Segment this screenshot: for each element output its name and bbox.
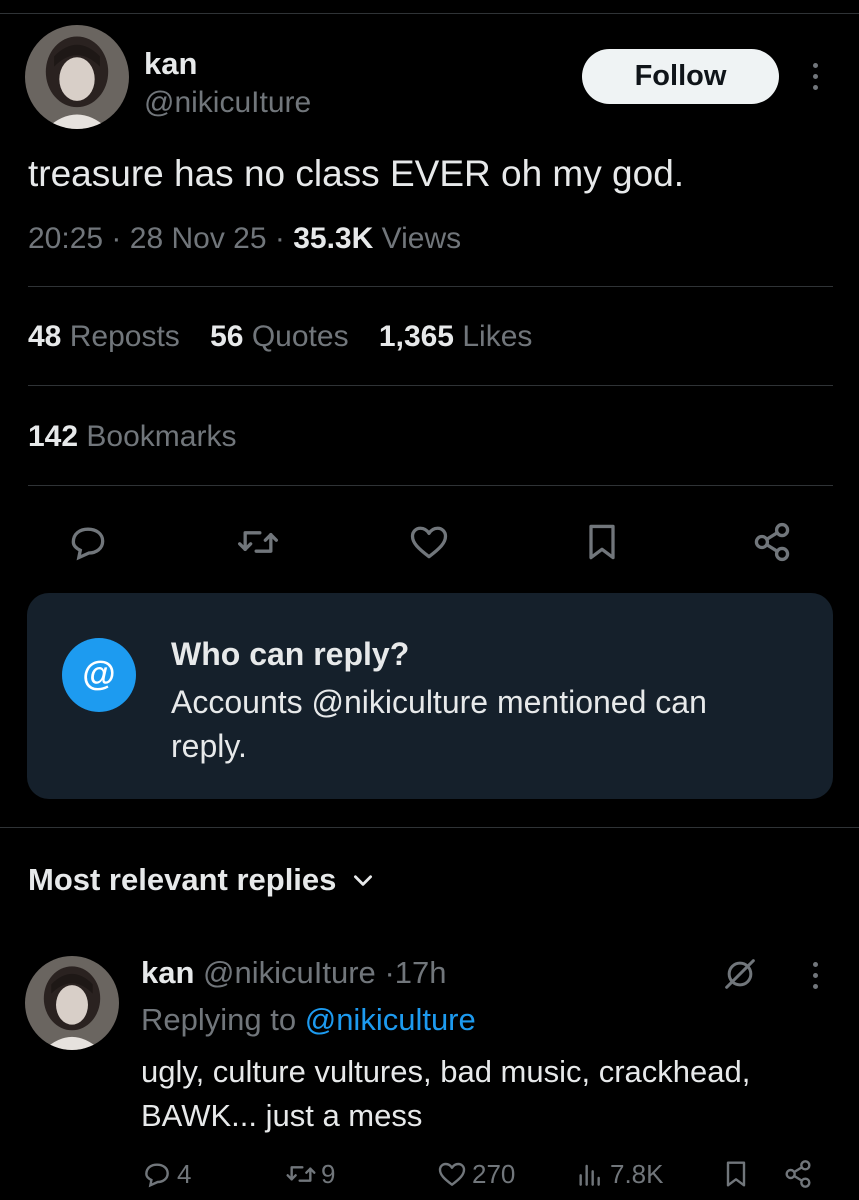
meta-separator: ·: [274, 222, 285, 255]
reply-sort-dropdown[interactable]: Most relevant replies: [28, 862, 376, 898]
reply-sort-label: Most relevant replies: [28, 862, 337, 897]
replying-to-line: Replying to @nikiculture: [141, 1002, 476, 1038]
reply-icon[interactable]: [60, 514, 116, 570]
reposts-stat[interactable]: 48 Reposts: [28, 320, 180, 353]
avatar-image: [25, 956, 119, 1050]
bookmark-icon[interactable]: [574, 514, 630, 570]
quotes-stat[interactable]: 56 Quotes: [210, 320, 348, 353]
chevron-down-icon: [354, 875, 373, 886]
bookmark-icon: [726, 1161, 746, 1187]
repost-icon: [286, 1166, 316, 1182]
like-icon: [438, 1162, 466, 1186]
views-label: Views: [381, 222, 462, 255]
more-options-icon[interactable]: [810, 63, 820, 90]
share-icon[interactable]: [744, 514, 800, 570]
tweet-date[interactable]: 28 Nov 25: [130, 222, 267, 255]
reply-views-count: 7.8K: [610, 1158, 664, 1189]
engagement-stats: 48 Reposts 56 Quotes 1,365 Likes: [28, 320, 554, 354]
reply-header: kan @nikicuIture ·17h: [141, 955, 447, 991]
meta-separator: ·: [384, 955, 395, 990]
section-divider: [0, 827, 859, 828]
reply-likes-count: 270: [472, 1158, 516, 1189]
reply-text: ugly, culture vultures, bad music, crack…: [141, 1054, 751, 1133]
reply-views-action[interactable]: 7.8K: [574, 1154, 664, 1194]
reply-repost-action[interactable]: 9: [285, 1154, 335, 1194]
bookmarks-stat[interactable]: 142 Bookmarks: [28, 420, 236, 454]
reply-more-options-icon[interactable]: [810, 962, 820, 989]
views-icon: [579, 1164, 600, 1186]
tweet-text: treasure has no class EVER oh my god.: [28, 153, 685, 194]
share-icon: [785, 1160, 811, 1188]
reply-bookmark-action[interactable]: [720, 1154, 752, 1194]
reply-age[interactable]: 17h: [395, 955, 447, 990]
quotes-label: Quotes: [251, 320, 349, 353]
reply-author-handle[interactable]: @nikicuIture: [203, 955, 376, 990]
grok-icon[interactable]: [720, 954, 760, 994]
likes-count: 1,365: [378, 320, 454, 353]
likes-label: Likes: [462, 320, 533, 353]
like-icon[interactable]: [401, 514, 457, 570]
at-sign-icon: @: [62, 638, 136, 712]
quotes-count: 56: [210, 320, 244, 353]
divider: [28, 286, 833, 287]
author-handle[interactable]: @nikicuIture: [144, 86, 311, 120]
reply-icon: [145, 1163, 169, 1188]
author-avatar[interactable]: [25, 25, 129, 129]
bookmarks-label: Bookmarks: [86, 420, 237, 453]
tweet-time[interactable]: 20:25: [28, 222, 103, 255]
action-bar: [28, 514, 808, 570]
avatar-image: [25, 25, 129, 129]
views-count: 35.3K: [293, 222, 374, 255]
reply-reply-action[interactable]: 4: [141, 1154, 191, 1194]
reply-like-action[interactable]: 270: [436, 1154, 515, 1194]
reposts-count: 48: [28, 320, 62, 353]
follow-button[interactable]: Follow: [582, 49, 779, 104]
who-can-reply-title: Who can reply?: [171, 636, 410, 672]
reply-reposts-count: 9: [321, 1158, 336, 1189]
replying-prefix: Replying to: [141, 1002, 297, 1037]
tweet-meta: 20:25 · 28 Nov 25 · 35.3K Views: [28, 222, 461, 256]
bookmarks-count: 142: [28, 420, 79, 453]
divider: [28, 485, 833, 486]
meta-separator: ·: [111, 222, 122, 255]
reply-share-action[interactable]: [782, 1154, 814, 1194]
author-name[interactable]: kan: [144, 46, 197, 82]
replying-to-handle[interactable]: @nikiculture: [305, 1002, 476, 1037]
reply-author-name[interactable]: kan: [141, 955, 194, 990]
reposts-label: Reposts: [69, 320, 180, 353]
top-divider: [0, 13, 859, 14]
reply-author-avatar[interactable]: [25, 956, 119, 1050]
reply-replies-count: 4: [177, 1158, 192, 1189]
likes-stat[interactable]: 1,365 Likes: [379, 320, 532, 353]
who-can-reply-description: Accounts @nikiculture mentioned can repl…: [171, 684, 707, 764]
repost-icon[interactable]: [230, 514, 286, 570]
divider: [28, 385, 833, 386]
